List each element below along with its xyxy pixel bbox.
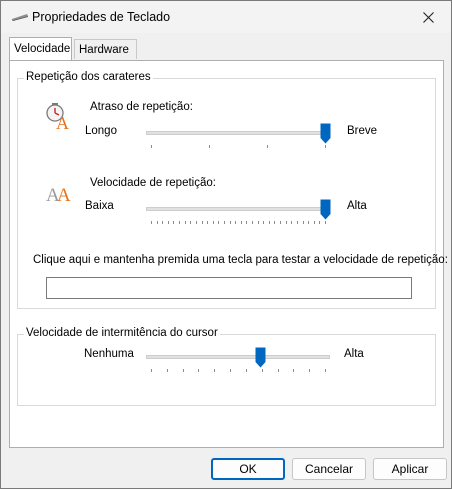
slider-tick [246, 221, 248, 224]
repetition-group-title: Repetição dos carateres [24, 71, 153, 83]
cursor-slider-thumb[interactable] [255, 347, 266, 368]
slider-tick [156, 221, 158, 224]
cursor-min-label: Nenhuma [84, 348, 134, 360]
slider-tick [280, 221, 282, 224]
tab-velocidade[interactable]: Velocidade [9, 37, 72, 60]
tab-panel: Repetição dos carateres A Atraso de repe… [9, 60, 448, 448]
test-prompt: Clique aqui e mantenha premida uma tecla… [33, 254, 448, 266]
cursor-blink-slider[interactable] [146, 347, 330, 377]
delay-slider-ticks [146, 145, 330, 151]
slider-tick [151, 221, 152, 224]
cursor-slider-ticks [146, 369, 330, 375]
slider-tick [309, 369, 311, 372]
rate-label: Velocidade de repetição: [90, 177, 216, 189]
delay-label: Atraso de repetição: [90, 101, 193, 113]
tab-hardware[interactable]: Hardware [74, 39, 137, 59]
slider-tick [162, 221, 164, 224]
slider-tick [308, 221, 310, 224]
slider-tick [151, 369, 152, 372]
slider-tick [182, 369, 184, 372]
slider-tick [173, 221, 175, 224]
slider-tick [240, 221, 242, 224]
delay-min-label: Longo [85, 125, 117, 137]
rate-max-label: Alta [347, 200, 367, 212]
slider-tick [223, 221, 225, 224]
slider-tick [214, 369, 216, 372]
slider-tick [195, 221, 197, 224]
slider-tick [198, 369, 200, 372]
slider-tick [313, 221, 315, 224]
rate-slider[interactable] [146, 199, 330, 229]
slider-tick [261, 369, 263, 372]
close-button[interactable] [405, 1, 451, 33]
delay-max-label: Breve [347, 125, 378, 137]
cursor-group-title: Velocidade de intermitência do cursor [24, 327, 220, 339]
slider-tick [267, 145, 268, 148]
apply-button[interactable]: Aplicar [373, 458, 447, 480]
slider-tick [166, 369, 168, 372]
slider-tick [151, 145, 152, 148]
slider-tick [277, 369, 279, 372]
keyboard-properties-window: Propriedades de Teclado Velocidade Hardw… [0, 0, 452, 489]
rate-slider-thumb[interactable] [320, 199, 331, 220]
rate-slider-ticks [146, 221, 330, 227]
slider-tick [167, 221, 169, 224]
repetition-group: Repetição dos carateres A Atraso de repe… [17, 71, 448, 309]
slider-tick [201, 221, 203, 224]
slider-tick [285, 221, 287, 224]
slider-tick [302, 221, 304, 224]
cancel-button[interactable]: Cancelar [292, 458, 366, 480]
slider-tick [207, 221, 209, 224]
slider-tick [235, 221, 237, 224]
slider-tick [263, 221, 265, 224]
cursor-slider-track [146, 355, 330, 359]
repeat-delay-icon: A [46, 103, 69, 130]
close-icon [422, 11, 434, 23]
slider-tick [274, 221, 276, 224]
title-bar: Propriedades de Teclado [1, 1, 451, 33]
slider-tick [319, 221, 321, 224]
slider-tick [230, 369, 232, 372]
slider-tick [257, 221, 259, 224]
svg-text:A: A [57, 185, 71, 204]
repeat-rate-icon: A A [46, 185, 71, 204]
slider-tick [184, 221, 186, 224]
delay-slider-track [146, 131, 330, 135]
repeat-test-input[interactable] [46, 277, 412, 299]
delay-slider-thumb[interactable] [320, 123, 331, 144]
slider-tick [291, 221, 293, 224]
slider-tick [179, 221, 181, 224]
slider-tick [325, 369, 326, 372]
slider-tick [252, 221, 254, 224]
slider-tick [190, 221, 192, 224]
delay-slider[interactable] [146, 123, 330, 153]
rate-min-label: Baixa [85, 200, 114, 212]
rate-slider-track [146, 207, 330, 211]
window-title: Propriedades de Teclado [32, 10, 171, 24]
slider-tick [229, 221, 231, 224]
cursor-blink-group: Velocidade de intermitência do cursor Ne… [17, 327, 436, 406]
slider-tick [268, 221, 270, 224]
cursor-max-label: Alta [344, 348, 364, 360]
slider-tick [209, 145, 210, 148]
slider-tick [325, 145, 326, 148]
keyboard-icon [12, 14, 28, 21]
ok-button[interactable]: OK [211, 458, 285, 480]
slider-tick [218, 221, 220, 224]
slider-tick [293, 369, 295, 372]
slider-tick [212, 221, 214, 224]
slider-tick [325, 221, 326, 224]
svg-text:A: A [56, 113, 69, 130]
slider-tick [296, 221, 298, 224]
slider-tick [245, 369, 247, 372]
